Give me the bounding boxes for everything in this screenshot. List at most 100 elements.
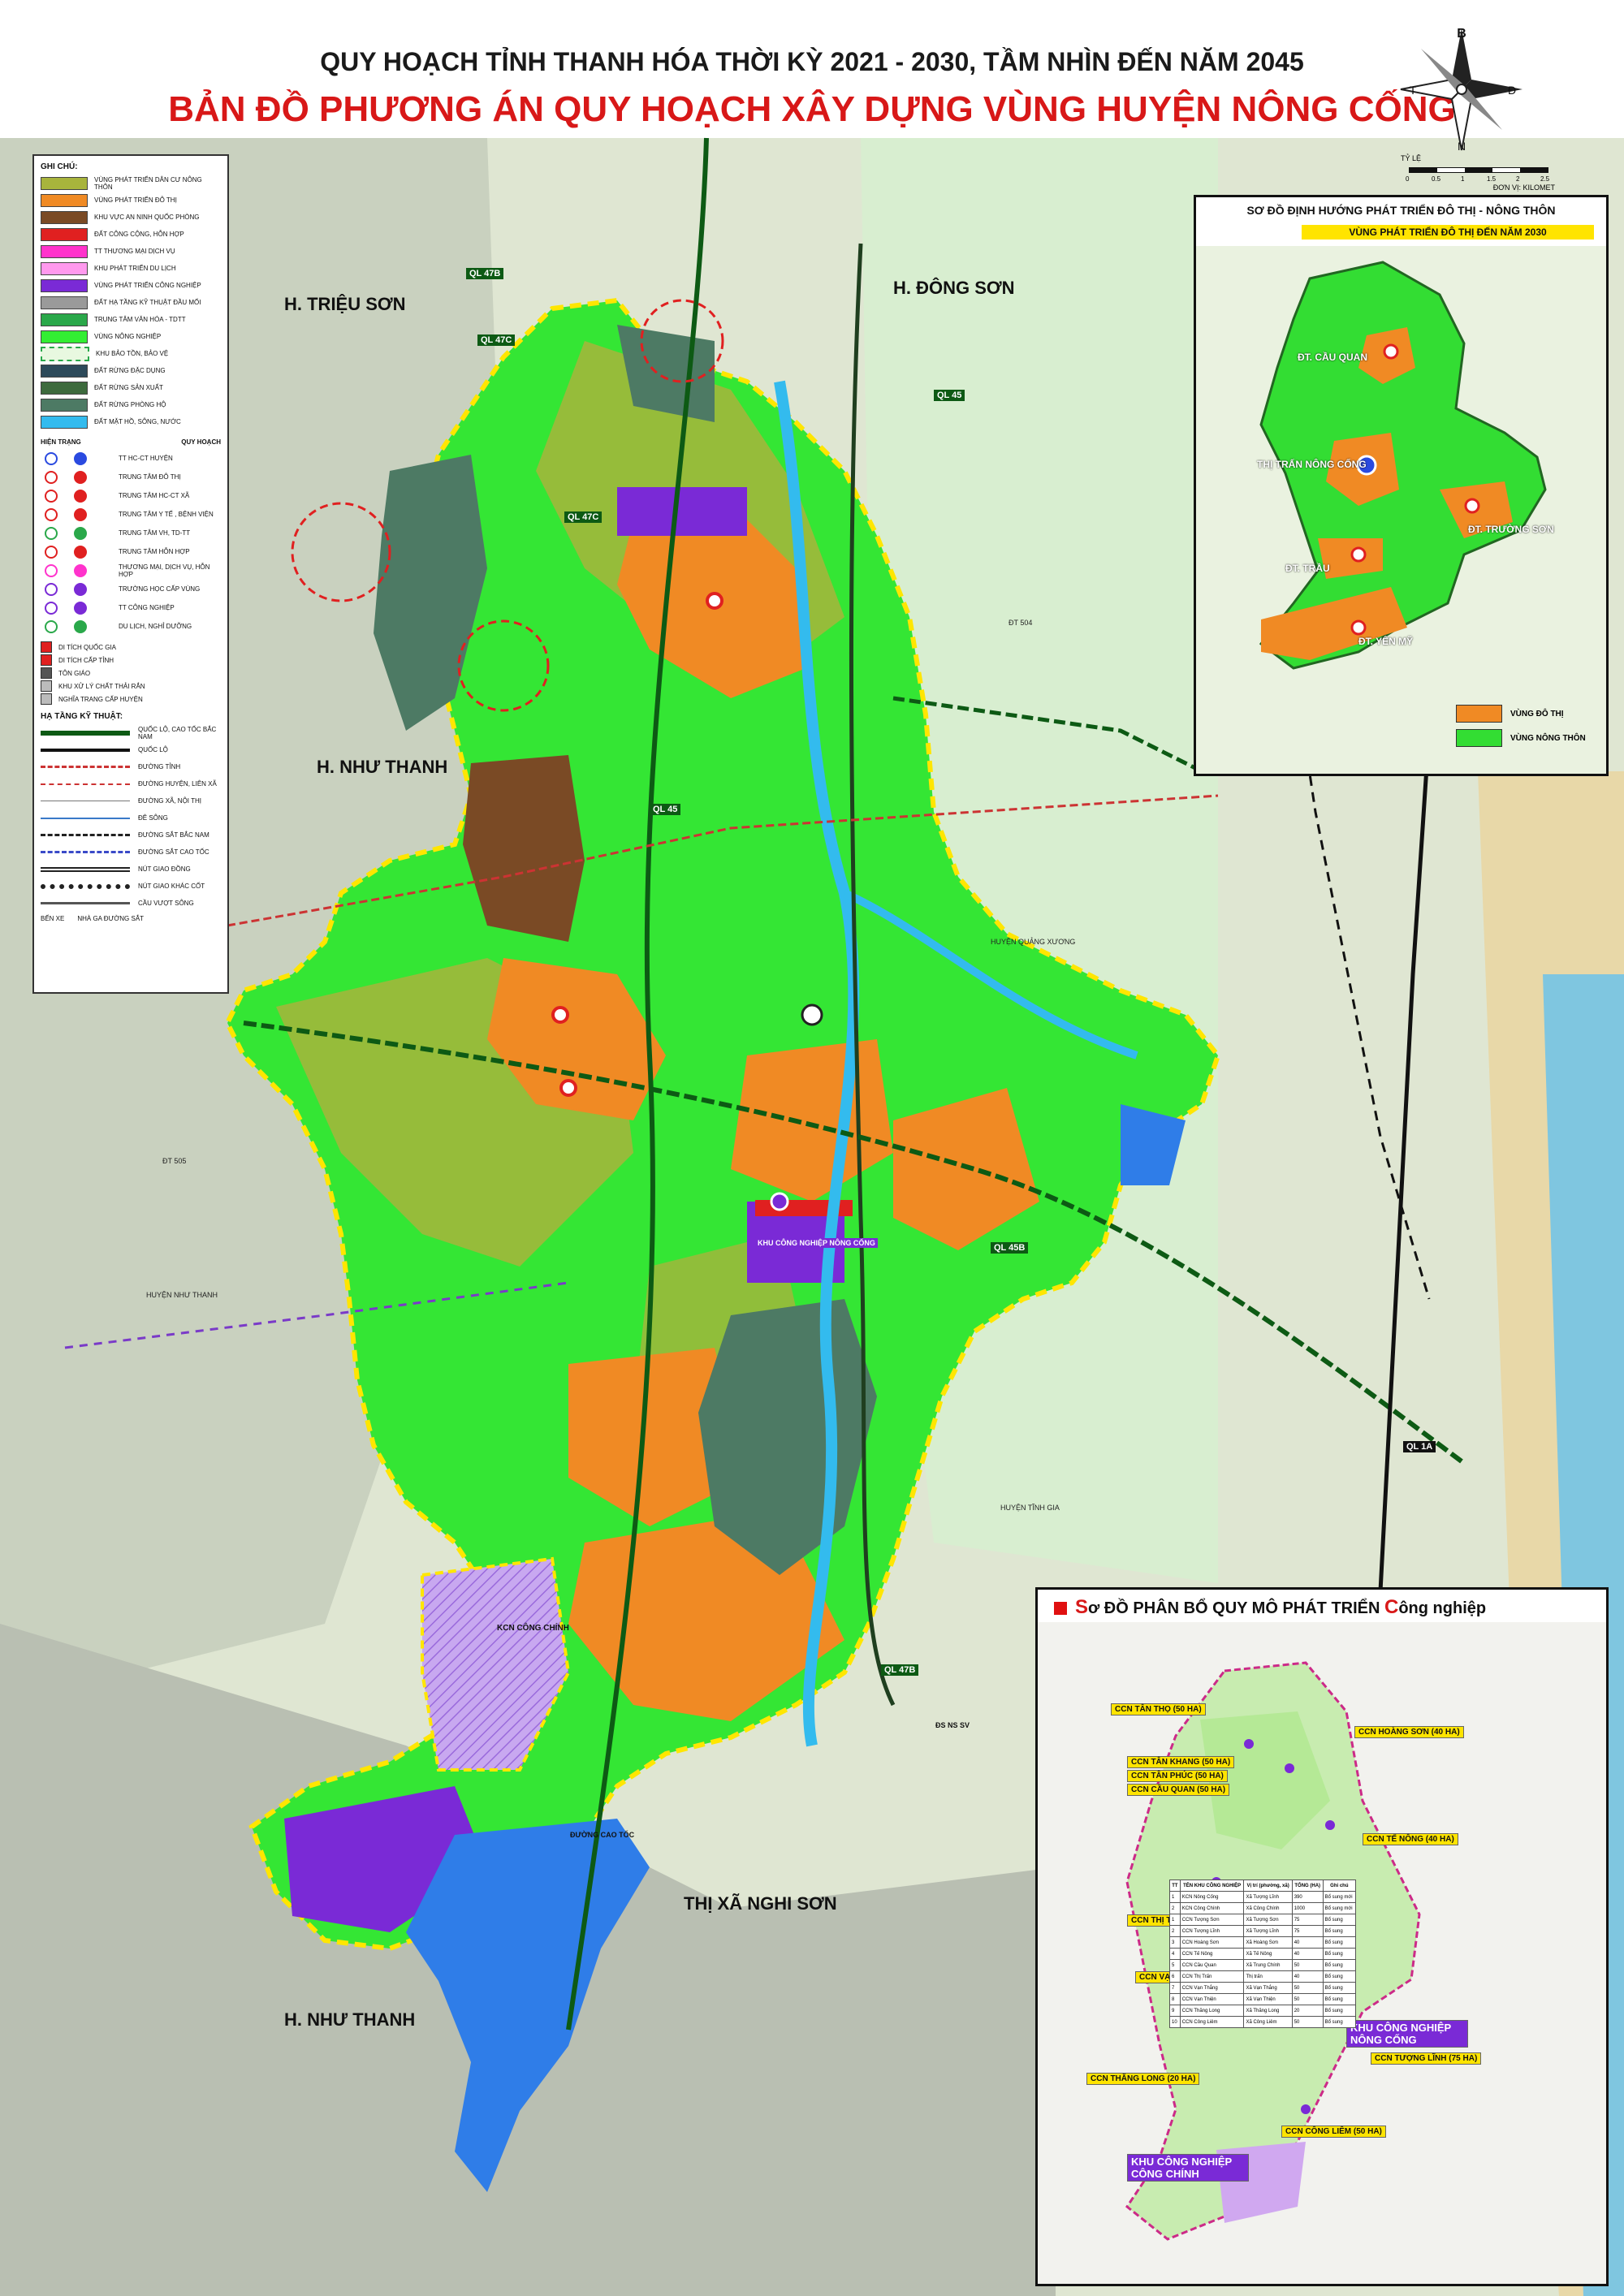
legend-infra-item: ĐƯỜNG SẮT CAO TỐC: [41, 844, 221, 861]
table-header-cell: TỔNG (HA): [1291, 1880, 1324, 1892]
legend-zone-item: ĐẤT RỪNG SẢN XUẤT: [41, 379, 221, 396]
rail-station-marker[interactable]: [801, 1003, 823, 1026]
legend-symbol-marker-icon: [70, 582, 91, 597]
legend-zone-item: ĐẤT MẶT HỒ, SÔNG, NƯỚC: [41, 413, 221, 430]
legend-infra-label: ĐƯỜNG SẮT BẮC NAM: [138, 831, 209, 839]
legend-line-sample: [41, 783, 130, 785]
table-cell: CCN Cầu Quan: [1179, 1959, 1245, 1971]
table-cell: KCN Nông Cống: [1179, 1891, 1245, 1903]
table-row: 10 CCN Công Liêm Xã Công Liêm 50 Bổ sung: [1169, 2016, 1357, 2028]
table-cell: 390: [1291, 1891, 1324, 1903]
table-cell: 7: [1169, 1982, 1181, 1994]
legend-symbol-marker-icon: [70, 489, 91, 503]
table-row: 1 CCN Tượng Sơn Xã Tượng Sơn 75 Bổ sung: [1169, 1914, 1357, 1926]
table-row: 1 KCN Nông Cống Xã Tượng Lĩnh 390 Bổ sung mớ…: [1169, 1891, 1357, 1903]
legend-symbol-item: DU LỊCH, NGHỈ DƯỠNG: [41, 617, 221, 636]
table-row: 2 CCN Tượng Lĩnh Xã Tượng Lĩnh 75 Bổ sung: [1169, 1925, 1357, 1937]
legend-zone-item: ĐẤT RỪNG PHÒNG HỘ: [41, 396, 221, 413]
legend-zone-item: KHU BẢO TỒN, BẢO VỆ: [41, 345, 221, 362]
legend-symbol-marker-icon: [70, 619, 91, 634]
road-label-ql45-north: QL 45: [934, 390, 965, 401]
table-cell: CCN Tượng Sơn: [1179, 1914, 1245, 1926]
legend-zone-label: VÙNG PHÁT TRIỂN DÂN CƯ NÔNG THÔN: [94, 175, 202, 191]
table-cell: CCN Hoàng Sơn: [1179, 1936, 1245, 1949]
legend-zone-item: ĐẤT RỪNG ĐẶC DỤNG: [41, 362, 221, 379]
table-cell: Bổ sung: [1322, 2016, 1357, 2028]
town-center-marker[interactable]: [706, 592, 723, 610]
scale-bar: TỶ LỆ 0 0.5 1 1.5 2 2.5 ĐƠN VỊ: KILOMET: [1401, 154, 1571, 192]
legend-misc-label: DI TÍCH CẤP TỈNH: [58, 656, 114, 664]
legend-misc-icon: [41, 654, 52, 666]
legend-zone-label: TT THƯƠNG MẠI DỊCH VỤ: [94, 248, 175, 255]
town-center-marker[interactable]: [551, 1006, 569, 1024]
legend-infra-label: ĐƯỜNG TỈNH: [138, 763, 181, 770]
scale-tick: 2: [1516, 175, 1520, 183]
label-huyen-tinh-gia: HUYỆN TĨNH GIA: [1000, 1504, 1060, 1512]
table-cell: 4: [1169, 1948, 1181, 1960]
table-header-row: TT TÊN KHU CÔNG NGHIỆP Vị trí (phường, x…: [1169, 1880, 1357, 1892]
legend-infra-item: NÚT GIAO KHÁC CỐT: [41, 878, 221, 895]
inset-industrial-title-mid: ơ ĐỒ PHÂN BỔ QUY MÔ PHÁT TRIỂN: [1088, 1599, 1384, 1617]
table-row: 2 KCN Công Chính Xã Công Chính 1000 Bổ sung …: [1169, 1902, 1357, 1914]
legend-swatch: [41, 313, 88, 326]
legend-swatch: [41, 398, 88, 412]
legend-line-sample: [41, 730, 130, 736]
legend-infra-label: QUỐC LỘ, CAO TỐC BẮC NAM: [138, 725, 217, 740]
legend-swatch: [41, 278, 88, 292]
legend-symbol-label: THƯƠNG MẠI, DỊCH VỤ, HỖN HỢP: [119, 563, 210, 578]
legend-symbol-label: TRƯỜNG HỌC CẤP VÙNG: [119, 585, 201, 593]
legend-swatch: [41, 296, 88, 309]
inset-industrial-title-initial: S: [1075, 1596, 1089, 1618]
legend-zone-label: ĐẤT RỪNG SẢN XUẤT: [94, 384, 163, 391]
legend-symbol-marker-icon: [41, 489, 62, 503]
table-row: 9 CCN Thăng Long Xã Thăng Long 20 Bổ sung: [1169, 2005, 1357, 2017]
label-trieu-son: H. TRIỆU SƠN: [284, 294, 406, 314]
legend-misc-item: NGHĨA TRANG CẤP HUYỆN: [41, 693, 221, 706]
table-cell: KCN Công Chính: [1179, 1902, 1245, 1914]
legend-swatch: [41, 330, 88, 343]
table-cell: 50: [1291, 1982, 1324, 1994]
scale-ticks: [1401, 164, 1571, 175]
legend-infra-item: ĐƯỜNG TỈNH: [41, 758, 221, 775]
table-cell: CCN Công Liêm: [1179, 2016, 1245, 2028]
table-cell: 3: [1169, 1936, 1181, 1949]
town-center-marker[interactable]: [559, 1079, 577, 1097]
table-cell: CCN Vạn Thiện: [1179, 1993, 1245, 2005]
legend-symbol-label: TRUNG TÂM HỖN HỢP: [119, 548, 190, 555]
legend-misc-label: TÔN GIÁO: [58, 669, 91, 677]
label-nghi-son: THỊ XÃ NGHI SƠN: [684, 1893, 837, 1914]
legend-symbol-item: TRUNG TÂM Y TẾ , BỆNH VIỆN: [41, 505, 221, 524]
table-cell: 1: [1169, 1914, 1181, 1926]
legend-symbol-item: TRUNG TÂM HC-CT XÃ: [41, 486, 221, 505]
table-header-cell: TT: [1169, 1880, 1181, 1892]
legend-misc-icon: [41, 693, 52, 705]
label-huyen-nhu-thanh: HUYỆN NHƯ THANH: [146, 1291, 218, 1299]
inset-industrial-title-cap: C: [1384, 1596, 1399, 1618]
table-cell: Bổ sung: [1322, 1982, 1357, 1994]
legend-misc-item: DI TÍCH QUỐC GIA: [41, 641, 221, 654]
table-cell: Xã Tượng Sơn: [1243, 1914, 1293, 1926]
legend-swatch: [41, 261, 88, 275]
table-cell: Bổ sung: [1322, 1936, 1357, 1949]
legend-infra-item: ĐƯỜNG SẮT BẮC NAM: [41, 826, 221, 844]
legend-infra-item: ĐÊ SÔNG: [41, 809, 221, 826]
inset-legend-rural-label: VÙNG NÔNG THÔN: [1510, 733, 1586, 743]
inset-town-trau: ĐT. TRẦU: [1285, 563, 1330, 574]
inset-industrial-park-label: KHU CÔNG NGHIỆP CÔNG CHÍNH: [1127, 2154, 1249, 2182]
legend-infra-extra: BẾN XE NHÀ GA ĐƯỜNG SẮT: [41, 915, 221, 922]
table-header-cell: Ghi chú: [1322, 1880, 1357, 1892]
legend-zone-list: VÙNG PHÁT TRIỂN DÂN CƯ NÔNG THÔN VÙNG PHÁ…: [34, 175, 227, 430]
table-row: 6 CCN Thị Trấn Thị trấn 40 Bổ sung: [1169, 1970, 1357, 1983]
table-cell: Xã Vạn Thiện: [1243, 1993, 1293, 2005]
legend-zone-item: KHU VỰC AN NINH QUỐC PHÒNG: [41, 209, 221, 226]
legend-misc-item: TÔN GIÁO: [41, 667, 221, 680]
inset-town-nong-cong: THỊ TRẤN NÔNG CỐNG: [1257, 459, 1367, 470]
industrial-center-marker[interactable]: [770, 1192, 789, 1211]
legend-status-header: HIỆN TRẠNG: [41, 438, 81, 446]
table-cell: 9: [1169, 2005, 1181, 2017]
inset-legend-swatch-urban: [1456, 705, 1502, 723]
inset-industrial-title-end: ông nghiệp: [1398, 1599, 1487, 1617]
legend-line-sample: [41, 834, 130, 836]
inset-industrial-cluster-label: CCN TƯỢNG LĨNH (75 HA): [1371, 2052, 1482, 2065]
table-cell: Thị trấn: [1243, 1970, 1293, 1983]
